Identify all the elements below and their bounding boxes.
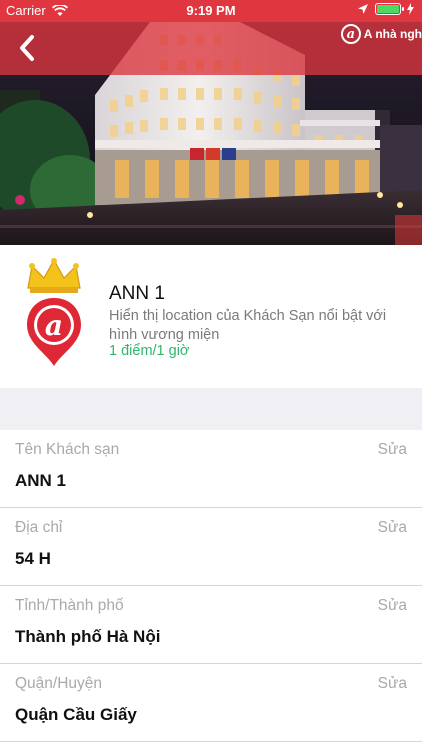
edit-district-button[interactable]: Sửa — [378, 675, 407, 693]
nav-bar: a A nhà ngh — [0, 22, 422, 75]
hotel-name: ANN 1 — [109, 283, 165, 304]
edit-hotel-name-button[interactable]: Sửa — [378, 441, 407, 459]
field-row-address: Địa chỉ Sửa 54 H — [0, 508, 422, 586]
section-divider — [0, 388, 422, 430]
charging-bolt-icon — [407, 3, 414, 15]
edit-address-button[interactable]: Sửa — [378, 519, 407, 537]
field-value: 54 H — [15, 549, 51, 568]
battery-level — [377, 5, 399, 13]
brand-logo: a A nhà ngh — [340, 24, 422, 44]
field-value: ANN 1 — [15, 471, 67, 490]
status-right — [357, 3, 414, 15]
hotel-price: 1 điểm/1 giờ — [109, 343, 190, 359]
edit-province-button[interactable]: Sửa — [378, 597, 407, 615]
brand-text: A nhà ngh — [363, 27, 422, 41]
field-row-district: Quận/Huyện Sửa Quận Cầu Giấy — [0, 664, 422, 742]
brand-mark-icon: a — [340, 24, 361, 44]
field-label: Địa chỉ — [15, 519, 63, 536]
chevron-left-icon — [20, 35, 34, 61]
location-arrow-icon — [358, 4, 368, 14]
back-button[interactable] — [12, 30, 46, 66]
logo-letter: a — [45, 309, 63, 342]
hotel-description: Hiển thị location của Khách Sạn nổi bật … — [109, 308, 387, 343]
field-row-province: Tỉnh/Thành phố Sửa Thành phố Hà Nội — [0, 586, 422, 664]
battery-icon — [375, 3, 404, 15]
field-value: Thành phố Hà Nội — [15, 627, 161, 646]
field-label: Quận/Huyện — [15, 675, 103, 692]
crown-pin-logo: a — [27, 258, 81, 366]
status-bar: Carrier 9:19 PM — [0, 0, 422, 22]
field-label: Tên Khách sạn — [15, 441, 120, 458]
field-value: Quận Cầu Giấy — [15, 705, 137, 724]
field-row-hotel-name: Tên Khách sạn Sửa ANN 1 — [0, 430, 422, 508]
field-label: Tỉnh/Thành phố — [15, 597, 124, 614]
